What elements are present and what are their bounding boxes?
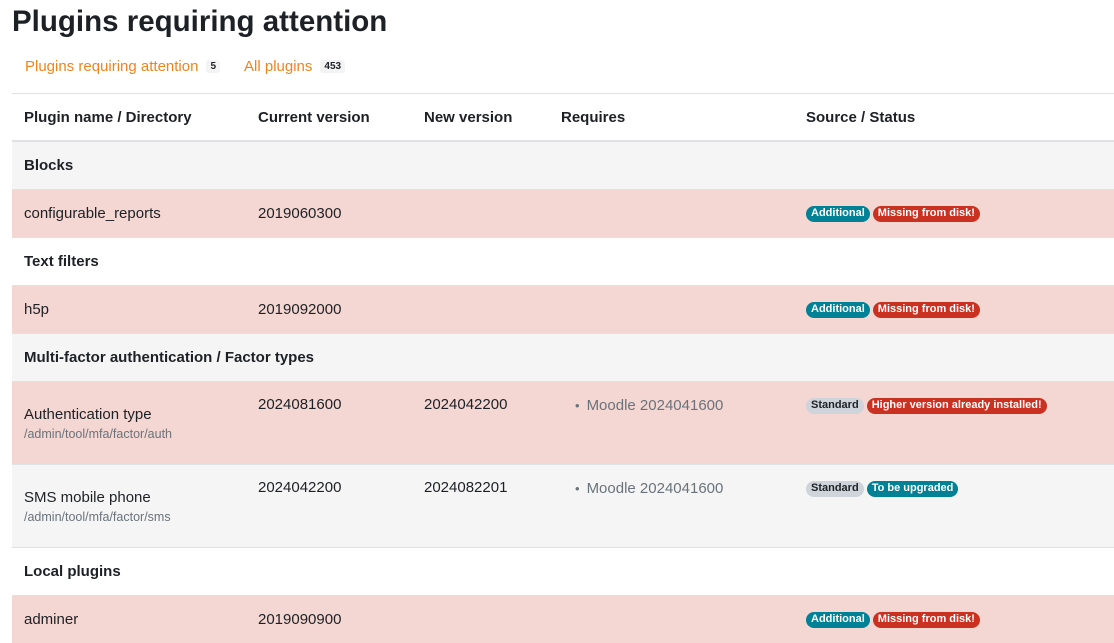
category-name: Text filters — [12, 238, 1114, 286]
source-status: StandardHigher version already installed… — [794, 382, 1114, 465]
requirement-item: Moodle 2024041600 — [575, 480, 782, 497]
plugin-name-cell: SMS mobile phone /admin/tool/mfa/factor/… — [12, 465, 246, 548]
column-header-source-status: Source / Status — [794, 94, 1114, 142]
status-badge: To be upgraded — [867, 481, 959, 497]
new-version: 2024042200 — [412, 382, 549, 465]
count-badge: 5 — [206, 60, 220, 73]
requires: Moodle 2024041600 — [549, 382, 794, 465]
count-badge: 453 — [320, 60, 345, 73]
column-header-requires: Requires — [549, 94, 794, 142]
new-version — [412, 596, 549, 643]
plugin-name: Authentication type — [24, 406, 152, 423]
plugin-name: h5p — [12, 286, 246, 334]
table-row: adminer 2019090900 AdditionalMissing fro… — [12, 596, 1114, 643]
plugin-name-cell: Authentication type /admin/tool/mfa/fact… — [12, 382, 246, 465]
tab-plugins-requiring-attention[interactable]: Plugins requiring attention 5 — [25, 58, 220, 75]
source-badge: Additional — [806, 206, 870, 222]
source-status: StandardTo be upgraded — [794, 465, 1114, 548]
plugin-directory: /admin/tool/mfa/factor/sms — [24, 510, 234, 524]
category-row: Local plugins — [12, 548, 1114, 596]
column-header-new-version: New version — [412, 94, 549, 142]
current-version: 2019090900 — [246, 596, 412, 643]
requires — [549, 190, 794, 238]
category-row: Multi-factor authentication / Factor typ… — [12, 334, 1114, 382]
source-status: AdditionalMissing from disk! — [794, 286, 1114, 334]
tab-label: Plugins requiring attention — [25, 58, 198, 75]
column-header-plugin-name: Plugin name / Directory — [12, 94, 246, 142]
category-name: Multi-factor authentication / Factor typ… — [12, 334, 1114, 382]
current-version: 2019092000 — [246, 286, 412, 334]
source-status: AdditionalMissing from disk! — [794, 596, 1114, 643]
requires — [549, 596, 794, 643]
source-badge: Standard — [806, 481, 864, 497]
current-version: 2019060300 — [246, 190, 412, 238]
column-header-current-version: Current version — [246, 94, 412, 142]
table-header-row: Plugin name / Directory Current version … — [12, 94, 1114, 142]
status-badge: Missing from disk! — [873, 206, 980, 222]
tab-all-plugins[interactable]: All plugins 453 — [244, 58, 345, 75]
category-name: Blocks — [12, 141, 1114, 190]
status-badge: Higher version already installed! — [867, 398, 1047, 414]
status-badge: Missing from disk! — [873, 302, 980, 318]
table-row: SMS mobile phone /admin/tool/mfa/factor/… — [12, 465, 1114, 548]
plugin-name: adminer — [12, 596, 246, 643]
current-version: 2024042200 — [246, 465, 412, 548]
requires — [549, 286, 794, 334]
category-row: Text filters — [12, 238, 1114, 286]
requires: Moodle 2024041600 — [549, 465, 794, 548]
new-version — [412, 190, 549, 238]
new-version: 2024082201 — [412, 465, 549, 548]
plugins-table: Plugin name / Directory Current version … — [12, 93, 1114, 643]
plugin-filter-tabs: Plugins requiring attention 5 All plugin… — [25, 58, 345, 75]
source-badge: Additional — [806, 302, 870, 318]
source-badge: Additional — [806, 612, 870, 628]
source-badge: Standard — [806, 398, 864, 414]
table-row: h5p 2019092000 AdditionalMissing from di… — [12, 286, 1114, 334]
tab-label: All plugins — [244, 58, 312, 75]
table-row: configurable_reports 2019060300 Addition… — [12, 190, 1114, 238]
plugin-name: configurable_reports — [12, 190, 246, 238]
plugin-directory: /admin/tool/mfa/factor/auth — [24, 427, 234, 441]
new-version — [412, 286, 549, 334]
page-title: Plugins requiring attention — [12, 5, 387, 39]
status-badge: Missing from disk! — [873, 612, 980, 628]
requirement-item: Moodle 2024041600 — [575, 397, 782, 414]
source-status: AdditionalMissing from disk! — [794, 190, 1114, 238]
category-name: Local plugins — [12, 548, 1114, 596]
plugin-name: SMS mobile phone — [24, 489, 151, 506]
table-row: Authentication type /admin/tool/mfa/fact… — [12, 382, 1114, 465]
category-row: Blocks — [12, 141, 1114, 190]
current-version: 2024081600 — [246, 382, 412, 465]
